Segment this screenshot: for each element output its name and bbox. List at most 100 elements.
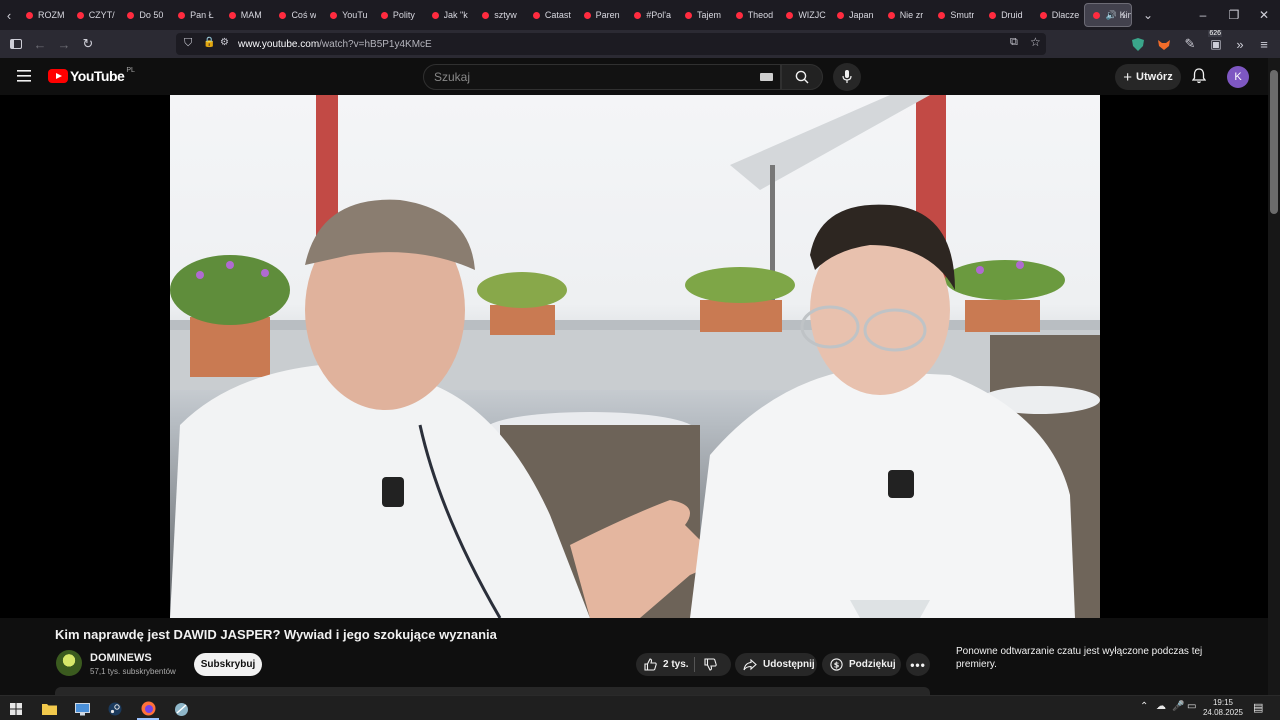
notification-center-icon[interactable]: ▤ — [1253, 701, 1263, 714]
tray-microphone-icon[interactable]: 🎤 — [1172, 701, 1184, 712]
thanks-button[interactable]: $ Podziękuj — [822, 653, 901, 676]
tab-label: Pan Ł — [190, 10, 214, 20]
browser-tab[interactable]: YouTu — [322, 0, 373, 30]
youtube-favicon-icon — [1039, 11, 1047, 19]
browser-tab[interactable]: Smutr — [930, 0, 981, 30]
extension-shield-icon[interactable] — [1128, 34, 1148, 54]
video-player[interactable] — [170, 95, 1100, 618]
voice-search-button[interactable] — [833, 63, 861, 91]
tab-label: Dlacze — [1051, 10, 1080, 20]
browser-tab[interactable]: CZYT/ — [69, 0, 120, 30]
close-icon[interactable]: ✕ — [1248, 0, 1280, 30]
overflow-chevrons-icon[interactable]: » — [1230, 34, 1250, 54]
thanks-heart-dollar-icon: $ — [830, 658, 843, 671]
remote-desktop-icon[interactable] — [71, 698, 93, 720]
dislike-button[interactable] — [704, 658, 723, 674]
list-all-tabs-icon[interactable]: ⌄ — [1132, 0, 1164, 30]
like-button[interactable]: 2 tys. — [644, 658, 689, 671]
taskbar-clock[interactable]: 19:15 24.08.2025 — [1200, 698, 1246, 718]
extension-badge-icon[interactable]: ▣ 626 — [1206, 30, 1226, 54]
browser-tab[interactable]: sztyw — [474, 0, 525, 30]
browser-tab[interactable]: Paren — [576, 0, 627, 30]
browser-tab[interactable]: Druid — [981, 0, 1032, 30]
address-bar[interactable]: ⛉ 🔒 ⚙ www.youtube.com/watch?v=hB5P1y4KMc… — [176, 33, 1046, 55]
minimize-icon[interactable]: – — [1187, 0, 1219, 30]
youtube-logo[interactable]: YouTube PL — [48, 67, 135, 84]
tab-list: ROZM CZYT/ Do 50 Pan Ł MAM Coś w YouTu P… — [18, 0, 1134, 30]
tab-label: Nie zr — [899, 10, 924, 20]
extension-badge-count: 626 — [1208, 30, 1223, 37]
notifications-bell-icon[interactable] — [1191, 68, 1207, 89]
permissions-icon[interactable]: ⚙ — [220, 37, 229, 48]
tab-label: Theod — [747, 10, 774, 20]
like-dislike-group: 2 tys. — [636, 653, 731, 676]
file-explorer-icon[interactable] — [38, 698, 60, 720]
url-path: /watch?v=hB5P1y4KMcE — [319, 38, 432, 50]
browser-tab[interactable]: #Pol'a — [626, 0, 677, 30]
start-windows-icon[interactable] — [5, 698, 27, 720]
create-button[interactable]: + Utwórz — [1115, 64, 1181, 90]
onedrive-cloud-icon[interactable]: ☁ — [1156, 701, 1166, 712]
back-icon[interactable]: ← — [30, 34, 50, 54]
scrollbar-thumb[interactable] — [1270, 70, 1278, 214]
browser-tab[interactable]: Polity — [373, 0, 424, 30]
keyboard-icon[interactable] — [760, 73, 773, 81]
system-app-icon[interactable] — [170, 698, 192, 720]
steam-icon[interactable] — [104, 698, 126, 720]
youtube-favicon-icon — [482, 11, 490, 19]
search-input[interactable] — [434, 70, 734, 84]
restore-icon[interactable]: ❐ — [1218, 0, 1250, 30]
firefox-icon[interactable] — [137, 698, 159, 720]
browser-tab[interactable]: MAM — [221, 0, 272, 30]
youtube-favicon-icon — [1093, 11, 1101, 19]
account-avatar[interactable]: K — [1227, 66, 1249, 88]
browser-tab[interactable]: Dlacze — [1032, 0, 1083, 30]
share-button[interactable]: Udostępnij — [735, 653, 817, 676]
youtube-favicon-icon — [837, 11, 844, 19]
tray-overflow-chevron-icon[interactable]: ⌃ — [1140, 701, 1148, 712]
browser-tab[interactable]: Do 50 — [119, 0, 170, 30]
tab-label: MAM — [240, 10, 262, 20]
browser-tab[interactable]: Pan Ł — [170, 0, 221, 30]
browser-tab[interactable]: Coś w — [271, 0, 322, 30]
network-icon[interactable]: ▭ — [1187, 701, 1196, 712]
browser-tab[interactable]: Tajem — [677, 0, 728, 30]
youtube-favicon-icon — [735, 11, 743, 19]
browser-tab[interactable]: WIZJC — [778, 0, 829, 30]
description-box[interactable] — [55, 687, 930, 695]
thumbs-down-icon — [704, 658, 717, 671]
tab-label: Smutr — [950, 10, 975, 20]
tabs-scroll-left-icon[interactable]: ‹ — [0, 0, 18, 30]
browser-tab[interactable]: Jak "k — [424, 0, 475, 30]
search-button[interactable] — [781, 64, 823, 90]
tab-label: ROZM — [38, 10, 65, 20]
youtube-masthead: YouTube PL + Utwórz K — [0, 58, 1268, 96]
subscribe-button[interactable]: Subskrybuj — [194, 653, 262, 676]
more-actions-button[interactable]: ••• — [906, 653, 930, 676]
browser-tab[interactable]: Catast — [525, 0, 576, 30]
channel-name[interactable]: DOMINEWS — [90, 652, 152, 664]
youtube-favicon-icon — [431, 11, 439, 19]
menu-hamburger-icon[interactable]: ≡ — [1254, 34, 1274, 54]
youtube-favicon-icon — [634, 11, 642, 19]
reload-icon[interactable]: ↻ — [78, 34, 98, 54]
browser-tab[interactable]: Japan — [829, 0, 880, 30]
forward-icon[interactable]: → — [54, 34, 74, 54]
page-scrollbar[interactable] — [1268, 58, 1280, 695]
channel-avatar[interactable] — [56, 650, 82, 676]
sidebar-toggle-icon[interactable] — [6, 34, 26, 54]
plus-icon: + — [1123, 68, 1133, 86]
extensions-puzzle-icon[interactable]: ✎ — [1180, 34, 1200, 54]
guide-menu-icon[interactable] — [17, 69, 31, 87]
browser-tab[interactable]: Theod — [728, 0, 779, 30]
picture-in-picture-icon[interactable]: ⧉ — [1010, 36, 1018, 49]
browser-tab[interactable]: ROZM — [18, 0, 69, 30]
tab-label: Japan — [849, 10, 874, 20]
lock-icon[interactable]: 🔒 — [203, 37, 215, 48]
svg-text:$: $ — [834, 660, 840, 669]
tab-label: Druid — [1001, 10, 1023, 20]
browser-tab[interactable]: Nie zr — [880, 0, 931, 30]
extension-fox-icon[interactable] — [1154, 34, 1174, 54]
tracking-shield-icon[interactable]: ⛉ — [184, 37, 192, 50]
bookmark-star-icon[interactable]: ☆ — [1030, 35, 1041, 49]
